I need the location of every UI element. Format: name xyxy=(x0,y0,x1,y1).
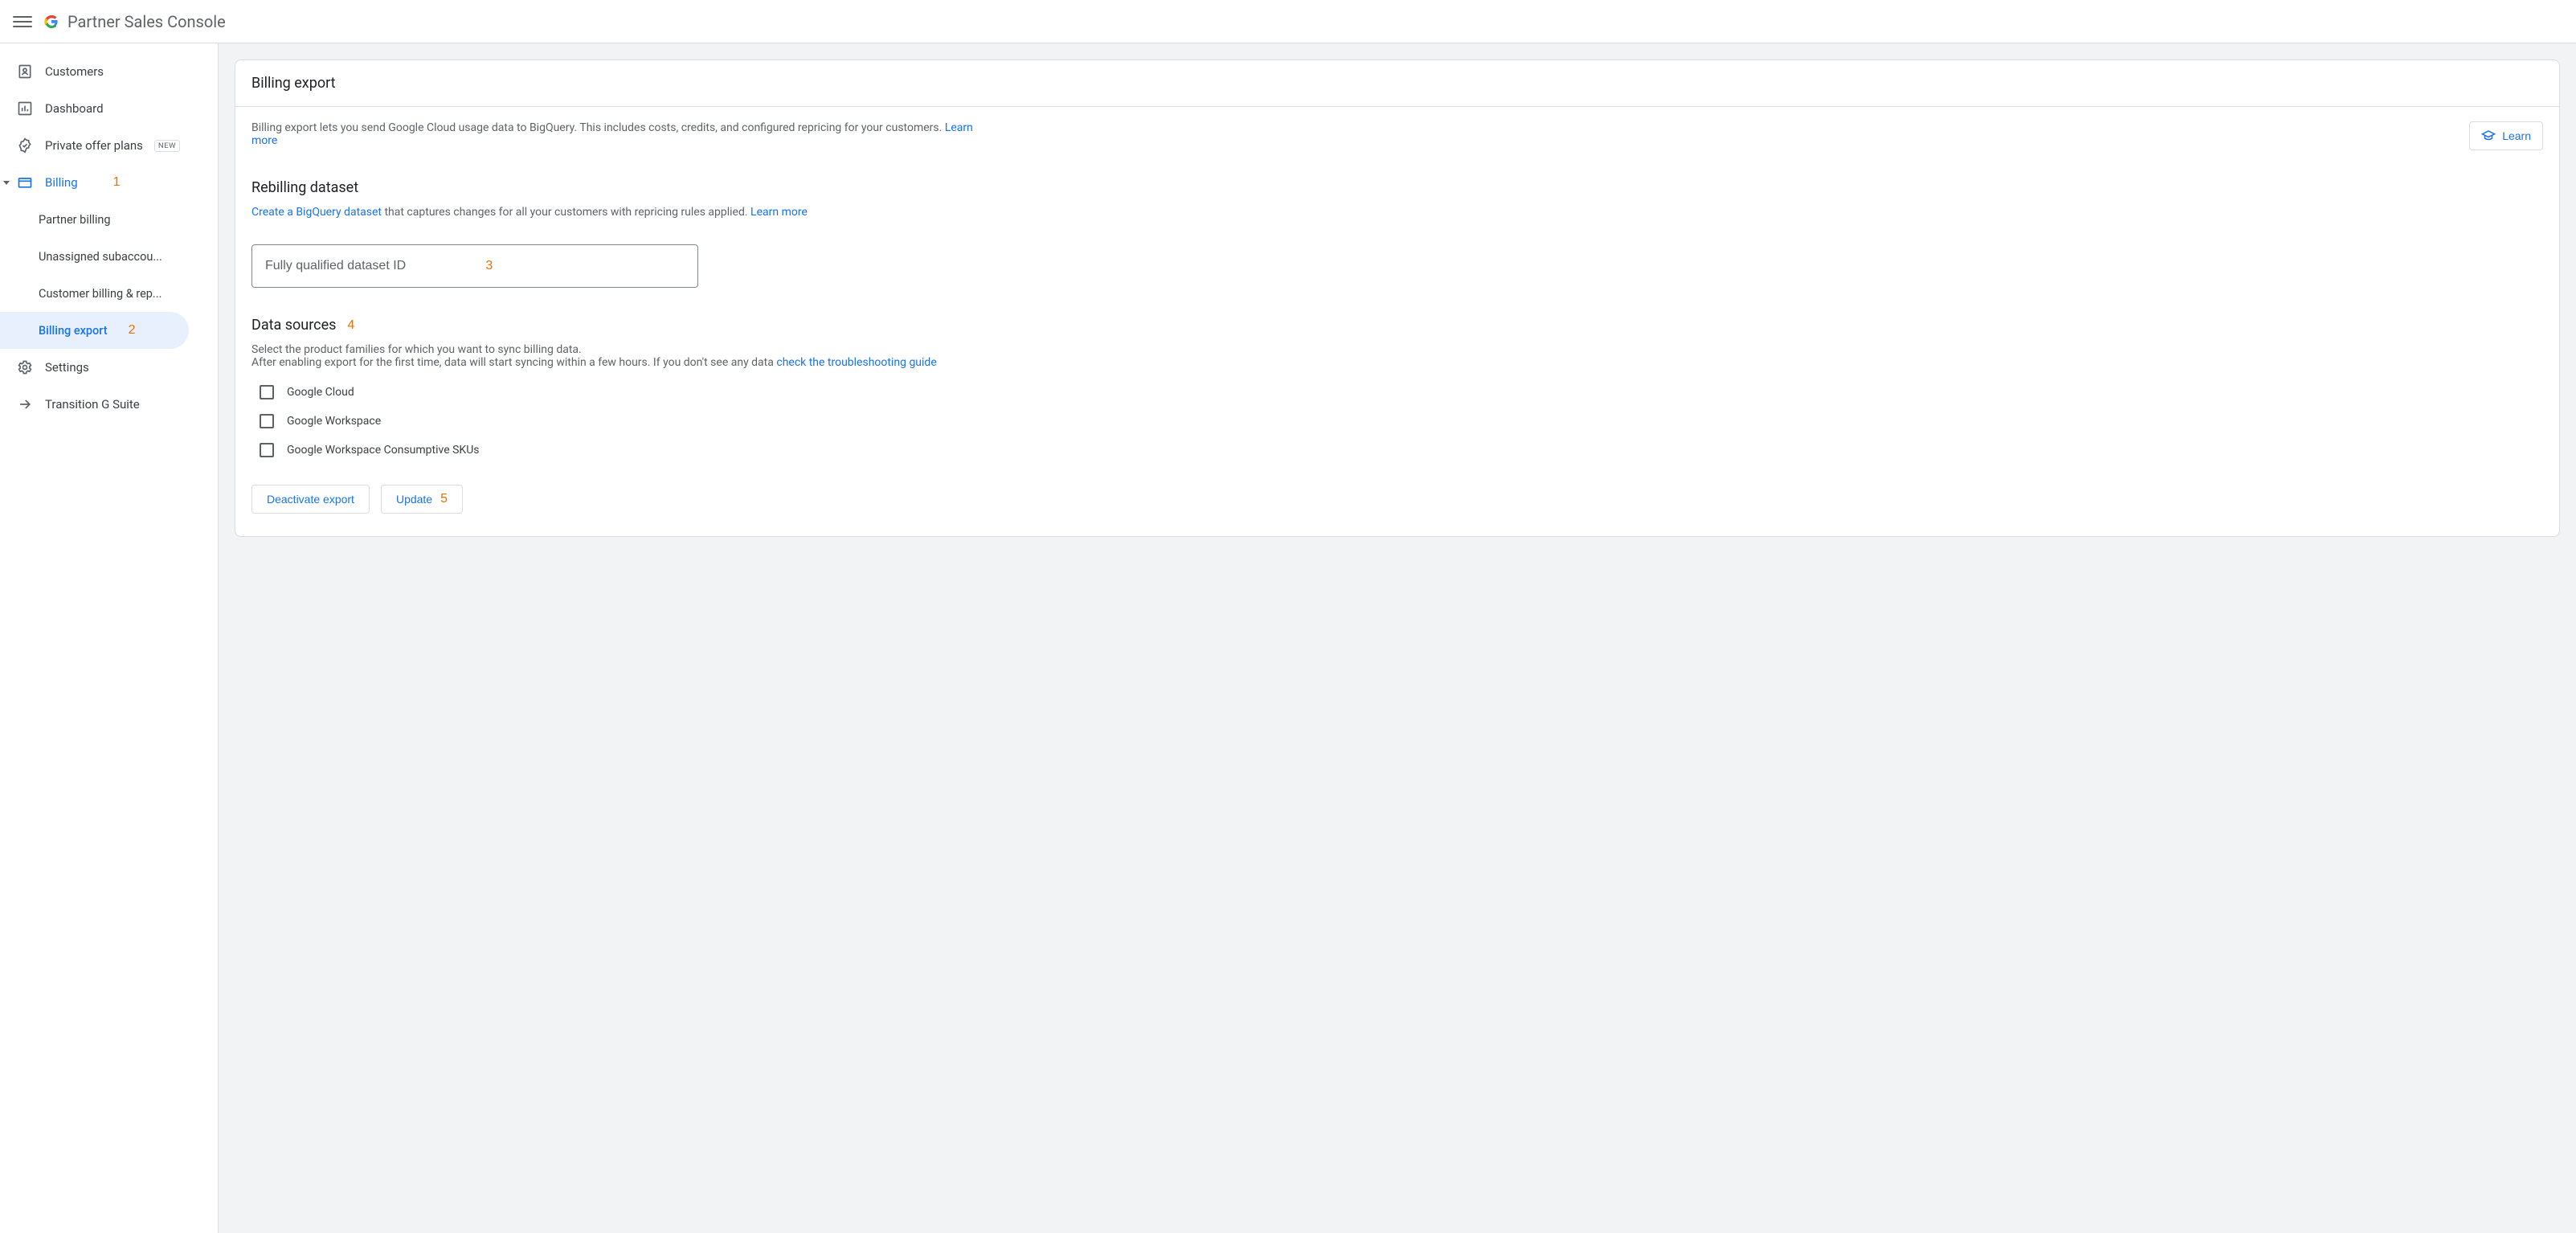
checkbox-icon xyxy=(260,443,274,457)
verified-icon xyxy=(16,137,34,154)
sidebar-item-transition-gsuite[interactable]: Transition G Suite xyxy=(0,386,218,423)
menu-icon[interactable] xyxy=(13,12,32,31)
checkbox-label: Google Cloud xyxy=(287,386,354,399)
annotation-mark: 2 xyxy=(129,323,136,338)
sidebar-item-label: Customer billing & rep... xyxy=(39,287,162,301)
sidebar-item-customer-billing[interactable]: Customer billing & rep... xyxy=(0,275,218,312)
rebilling-description: Create a BigQuery dataset that captures … xyxy=(251,206,2543,219)
data-sources-description: Select the product families for which yo… xyxy=(251,343,2543,369)
learn-more-link-2[interactable]: Learn more xyxy=(750,206,808,219)
sidebar: Customers Dashboard Private offer plans … xyxy=(0,43,219,1233)
action-buttons: Deactivate export Update 5 xyxy=(251,485,2543,514)
sidebar-item-label: Settings xyxy=(45,360,89,375)
brand: Partner Sales Console xyxy=(42,12,226,31)
dataset-id-field-wrapper: 3 xyxy=(251,244,698,288)
annotation-mark: 3 xyxy=(485,259,493,273)
google-cloud-logo-icon xyxy=(42,12,61,31)
sidebar-item-label: Billing xyxy=(45,175,78,190)
annotation-mark: 4 xyxy=(347,318,354,333)
dashboard-icon xyxy=(16,100,34,117)
troubleshooting-link[interactable]: check the troubleshooting guide xyxy=(776,356,936,369)
sidebar-item-label: Partner billing xyxy=(39,213,111,227)
sidebar-item-billing[interactable]: Billing 1 xyxy=(0,164,218,201)
deactivate-export-button[interactable]: Deactivate export xyxy=(251,485,370,514)
sidebar-item-partner-billing[interactable]: Partner billing xyxy=(0,201,218,238)
checkbox-workspace-consumptive[interactable]: Google Workspace Consumptive SKUs xyxy=(260,443,2543,457)
graduation-cap-icon xyxy=(2481,129,2496,143)
create-dataset-link[interactable]: Create a BigQuery dataset xyxy=(251,206,382,219)
checkbox-label: Google Workspace xyxy=(287,415,381,428)
sidebar-item-label: Billing export xyxy=(39,324,108,338)
sidebar-item-label: Customers xyxy=(45,64,104,79)
app-title: Partner Sales Console xyxy=(67,12,226,31)
billing-export-card: Billing export Billing export lets you s… xyxy=(235,59,2560,537)
learn-button[interactable]: Learn xyxy=(2469,121,2543,150)
checkbox-icon xyxy=(260,414,274,428)
sidebar-item-label: Private offer plans xyxy=(45,138,143,153)
billing-icon xyxy=(16,174,34,191)
top-bar: Partner Sales Console xyxy=(0,0,2576,43)
gear-icon xyxy=(16,358,34,376)
sidebar-item-label: Dashboard xyxy=(45,101,104,116)
annotation-mark: 5 xyxy=(440,492,448,506)
sidebar-item-dashboard[interactable]: Dashboard xyxy=(0,90,218,127)
sidebar-item-unassigned-subaccounts[interactable]: Unassigned subaccou... xyxy=(0,238,218,275)
sidebar-item-label: Transition G Suite xyxy=(45,397,140,412)
checkbox-label: Google Workspace Consumptive SKUs xyxy=(287,444,480,457)
checkbox-google-workspace[interactable]: Google Workspace xyxy=(260,414,2543,428)
dataset-id-input[interactable] xyxy=(251,244,698,288)
new-badge: NEW xyxy=(154,140,180,152)
description-text: Billing export lets you send Google Clou… xyxy=(251,121,975,147)
chevron-down-icon xyxy=(3,181,10,185)
arrow-right-icon xyxy=(16,395,34,413)
sidebar-item-private-offer-plans[interactable]: Private offer plans NEW xyxy=(0,127,218,164)
sidebar-item-settings[interactable]: Settings xyxy=(0,349,218,386)
update-button[interactable]: Update 5 xyxy=(381,485,463,514)
rebilling-heading: Rebilling dataset xyxy=(251,179,2543,196)
sidebar-item-billing-export[interactable]: Billing export 2 xyxy=(0,312,189,349)
data-sources-heading: Data sources 4 xyxy=(251,317,2543,334)
sidebar-item-label: Unassigned subaccou... xyxy=(39,250,162,264)
checkbox-google-cloud[interactable]: Google Cloud xyxy=(260,385,2543,399)
sidebar-item-customers[interactable]: Customers xyxy=(0,53,218,90)
card-title: Billing export xyxy=(235,60,2559,107)
checkbox-icon xyxy=(260,385,274,399)
main-content: Billing export Billing export lets you s… xyxy=(219,43,2576,1233)
data-sources-checklist: Google Cloud Google Workspace Google Wor… xyxy=(251,385,2543,457)
annotation-mark: 1 xyxy=(113,175,121,190)
customers-icon xyxy=(16,63,34,80)
